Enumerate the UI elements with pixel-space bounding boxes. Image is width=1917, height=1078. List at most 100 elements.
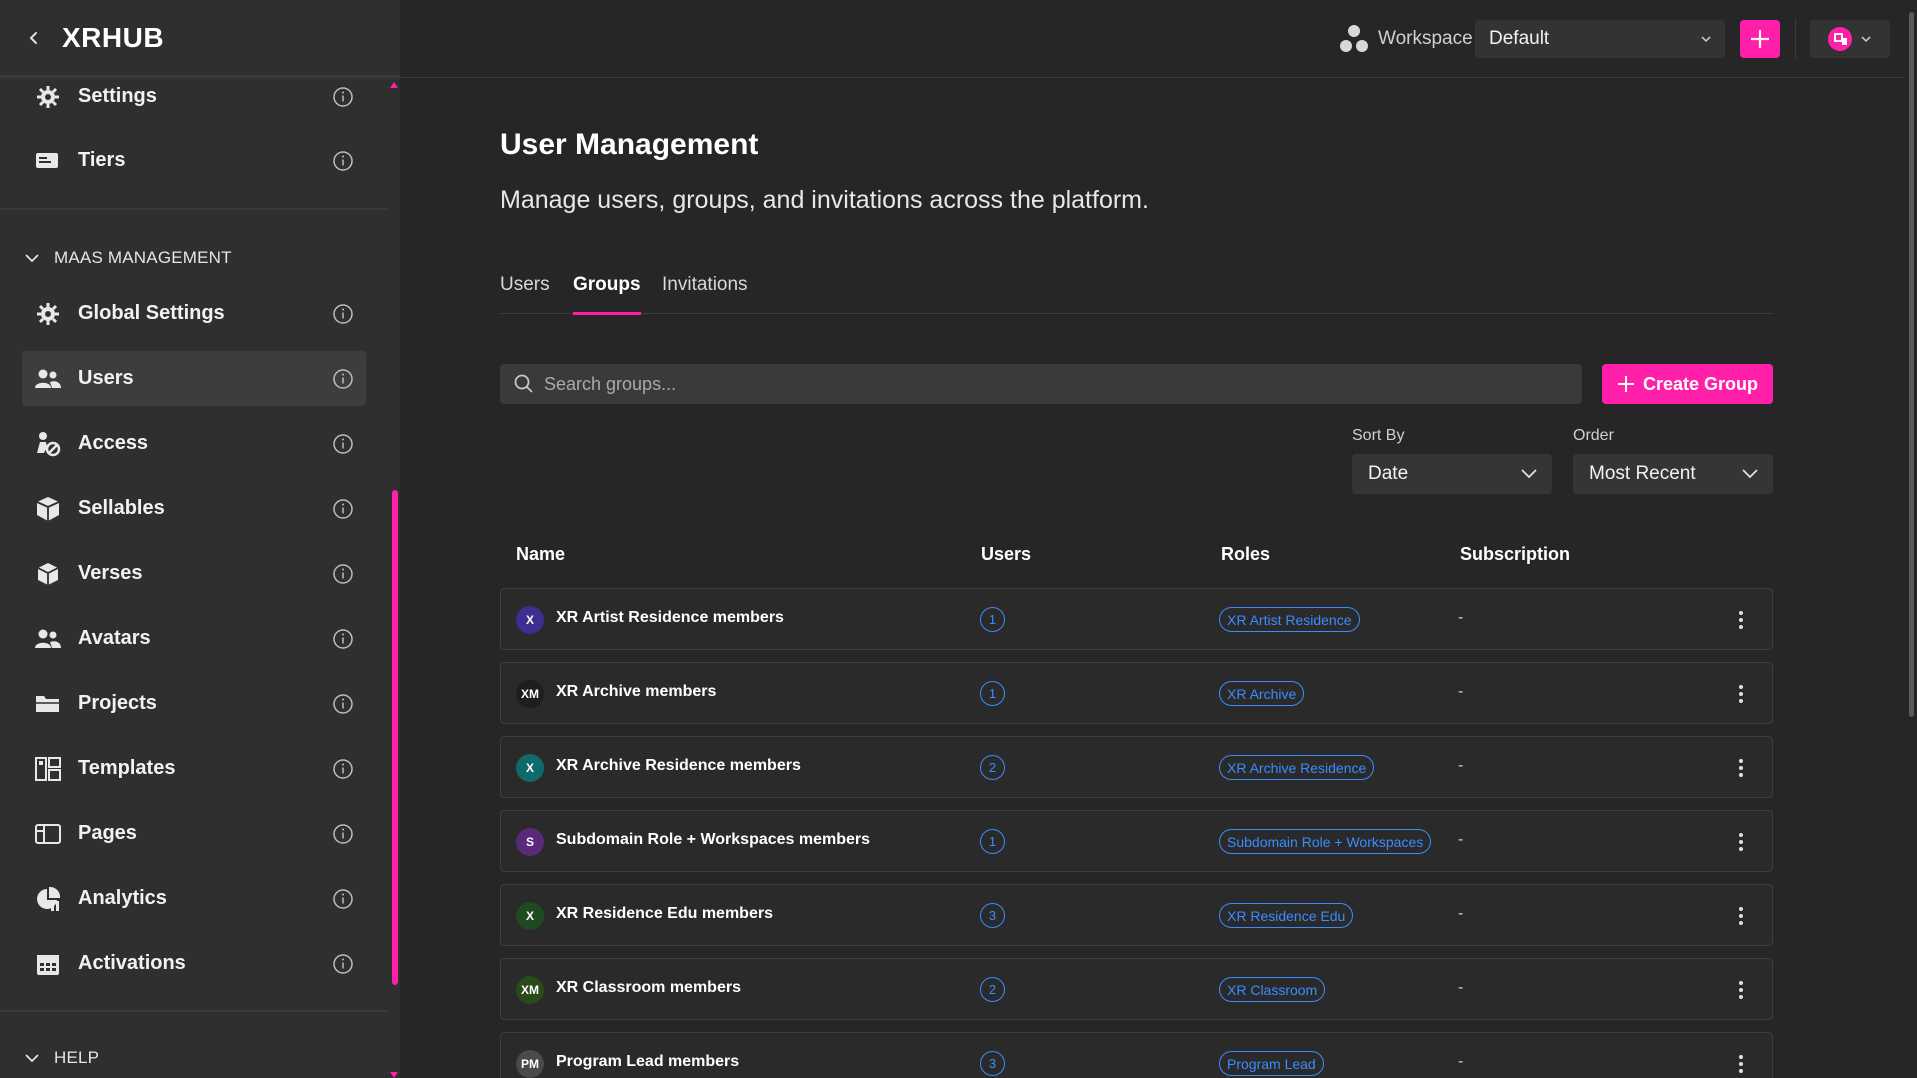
page-scrollbar-thumb[interactable] <box>1909 12 1914 717</box>
sidebar-item-settings[interactable]: Settings <box>22 78 366 124</box>
analytics-icon <box>34 885 62 913</box>
back-button[interactable] <box>22 26 46 50</box>
section-maas-management[interactable]: MAAS MANAGEMENT <box>22 248 232 268</box>
info-icon[interactable] <box>332 823 354 845</box>
sidebar-scrollbar-thumb[interactable] <box>392 490 398 985</box>
user-count-badge[interactable]: 1 <box>980 607 1005 632</box>
search-icon <box>514 374 533 393</box>
group-name[interactable]: XR Archive members <box>556 683 716 701</box>
sidebar-item-pages[interactable]: Pages <box>22 806 366 861</box>
sidebar-item-avatars[interactable]: Avatars <box>22 611 366 666</box>
role-badge[interactable]: XR Archive <box>1219 681 1305 706</box>
section-help[interactable]: HELP <box>22 1048 99 1068</box>
table-row[interactable]: X XR Artist Residence members 1 XR Artist R… <box>500 588 1773 650</box>
group-name[interactable]: XR Archive Residence members <box>556 757 801 775</box>
order-select[interactable]: Most Recent <box>1573 454 1773 494</box>
users-icon <box>34 625 62 653</box>
column-header-subscription[interactable]: Subscription <box>1460 544 1570 565</box>
subscription-value: - <box>1458 683 1464 700</box>
sidebar-item-tiers[interactable]: Tiers <box>22 133 366 188</box>
table-row[interactable]: XM XR Archive members 1 XR Archive - <box>500 662 1773 724</box>
info-icon[interactable] <box>332 303 354 325</box>
column-header-users[interactable]: Users <box>981 544 1031 565</box>
more-options-button[interactable] <box>1729 830 1753 854</box>
more-options-button[interactable] <box>1729 978 1753 1002</box>
info-icon[interactable] <box>332 498 354 520</box>
table-row[interactable]: PM Program Lead members 3 Program Lead - <box>500 1032 1773 1078</box>
info-icon[interactable] <box>332 953 354 975</box>
info-icon[interactable] <box>332 150 354 172</box>
more-options-button[interactable] <box>1729 756 1753 780</box>
scroll-up-arrow-icon[interactable] <box>390 82 398 88</box>
subscription-value: - <box>1458 757 1464 774</box>
sidebar-item-analytics[interactable]: Analytics <box>22 871 366 926</box>
info-icon[interactable] <box>332 693 354 715</box>
table-row[interactable]: X XR Residence Edu members 3 XR Residence E… <box>500 884 1773 946</box>
info-icon[interactable] <box>332 368 354 390</box>
chevron-down-icon <box>25 254 39 263</box>
user-count-badge[interactable]: 2 <box>980 755 1005 780</box>
sidebar-item-access[interactable]: Access <box>22 416 366 471</box>
user-menu-button[interactable] <box>1810 20 1890 58</box>
table-row[interactable]: XM XR Classroom members 2 XR Classroom - <box>500 958 1773 1020</box>
sidebar-item-activations[interactable]: Activations <box>22 936 366 991</box>
calendar-icon <box>34 950 62 978</box>
search-input[interactable] <box>544 373 1544 395</box>
more-options-button[interactable] <box>1729 608 1753 632</box>
group-name[interactable]: XR Classroom members <box>556 979 741 997</box>
table-row[interactable]: X XR Archive Residence members 2 XR Archive… <box>500 736 1773 798</box>
group-name[interactable]: XR Artist Residence members <box>556 609 784 627</box>
user-count-badge[interactable]: 2 <box>980 977 1005 1002</box>
user-count-badge[interactable]: 1 <box>980 681 1005 706</box>
search-box[interactable] <box>500 364 1582 404</box>
role-badge[interactable]: Program Lead <box>1219 1051 1324 1076</box>
sort-by-select[interactable]: Date <box>1352 454 1552 494</box>
role-badge[interactable]: Subdomain Role + Workspaces <box>1219 829 1432 854</box>
add-button[interactable] <box>1740 20 1780 58</box>
more-options-button[interactable] <box>1729 904 1753 928</box>
user-count-badge[interactable]: 3 <box>980 903 1005 928</box>
column-header-name[interactable]: Name <box>516 544 565 565</box>
pages-icon <box>34 820 62 848</box>
sidebar-item-global-settings[interactable]: Global Settings <box>22 286 366 341</box>
sidebar-divider <box>0 208 388 210</box>
more-options-button[interactable] <box>1729 682 1753 706</box>
user-count-badge[interactable]: 3 <box>980 1051 1005 1076</box>
tab-users[interactable]: Users <box>500 274 550 314</box>
group-name[interactable]: Program Lead members <box>556 1053 739 1071</box>
sidebar-item-projects[interactable]: Projects <box>22 676 366 731</box>
info-icon[interactable] <box>332 758 354 780</box>
sidebar-item-sellables[interactable]: Sellables <box>22 481 366 536</box>
boxes-icon <box>34 495 62 523</box>
more-options-button[interactable] <box>1729 1052 1753 1076</box>
group-name[interactable]: Subdomain Role + Workspaces members <box>556 831 870 849</box>
role-badge[interactable]: XR Residence Edu <box>1219 903 1354 928</box>
info-icon[interactable] <box>332 86 354 108</box>
topbar: Workspace Default <box>400 0 1917 78</box>
create-group-button[interactable]: Create Group <box>1602 364 1773 404</box>
sidebar-item-label: Users <box>78 367 134 389</box>
info-icon[interactable] <box>332 563 354 585</box>
role-badge[interactable]: XR Classroom <box>1219 977 1326 1002</box>
tab-groups[interactable]: Groups <box>573 274 641 315</box>
sidebar-item-label: Pages <box>78 822 137 844</box>
info-icon[interactable] <box>332 628 354 650</box>
workspace-select[interactable]: Default <box>1475 20 1725 58</box>
column-header-roles[interactable]: Roles <box>1221 544 1270 565</box>
tab-invitations[interactable]: Invitations <box>662 274 748 314</box>
sidebar-item-users[interactable]: Users <box>22 351 366 406</box>
subscription-value: - <box>1458 831 1464 848</box>
info-icon[interactable] <box>332 888 354 910</box>
user-count-badge[interactable]: 1 <box>980 829 1005 854</box>
group-name[interactable]: XR Residence Edu members <box>556 905 773 923</box>
scroll-down-arrow-icon[interactable] <box>390 1072 398 1078</box>
info-icon[interactable] <box>332 433 354 455</box>
sidebar-item-verses[interactable]: Verses <box>22 546 366 601</box>
role-badge[interactable]: XR Archive Residence <box>1219 755 1375 780</box>
subscription-value: - <box>1458 979 1464 996</box>
kebab-menu-icon <box>1739 611 1743 629</box>
sidebar-item-templates[interactable]: Templates <box>22 741 366 796</box>
role-badge[interactable]: XR Artist Residence <box>1219 607 1360 632</box>
sidebar-item-label: Verses <box>78 562 143 584</box>
table-row[interactable]: S Subdomain Role + Workspaces members 1 Sub… <box>500 810 1773 872</box>
